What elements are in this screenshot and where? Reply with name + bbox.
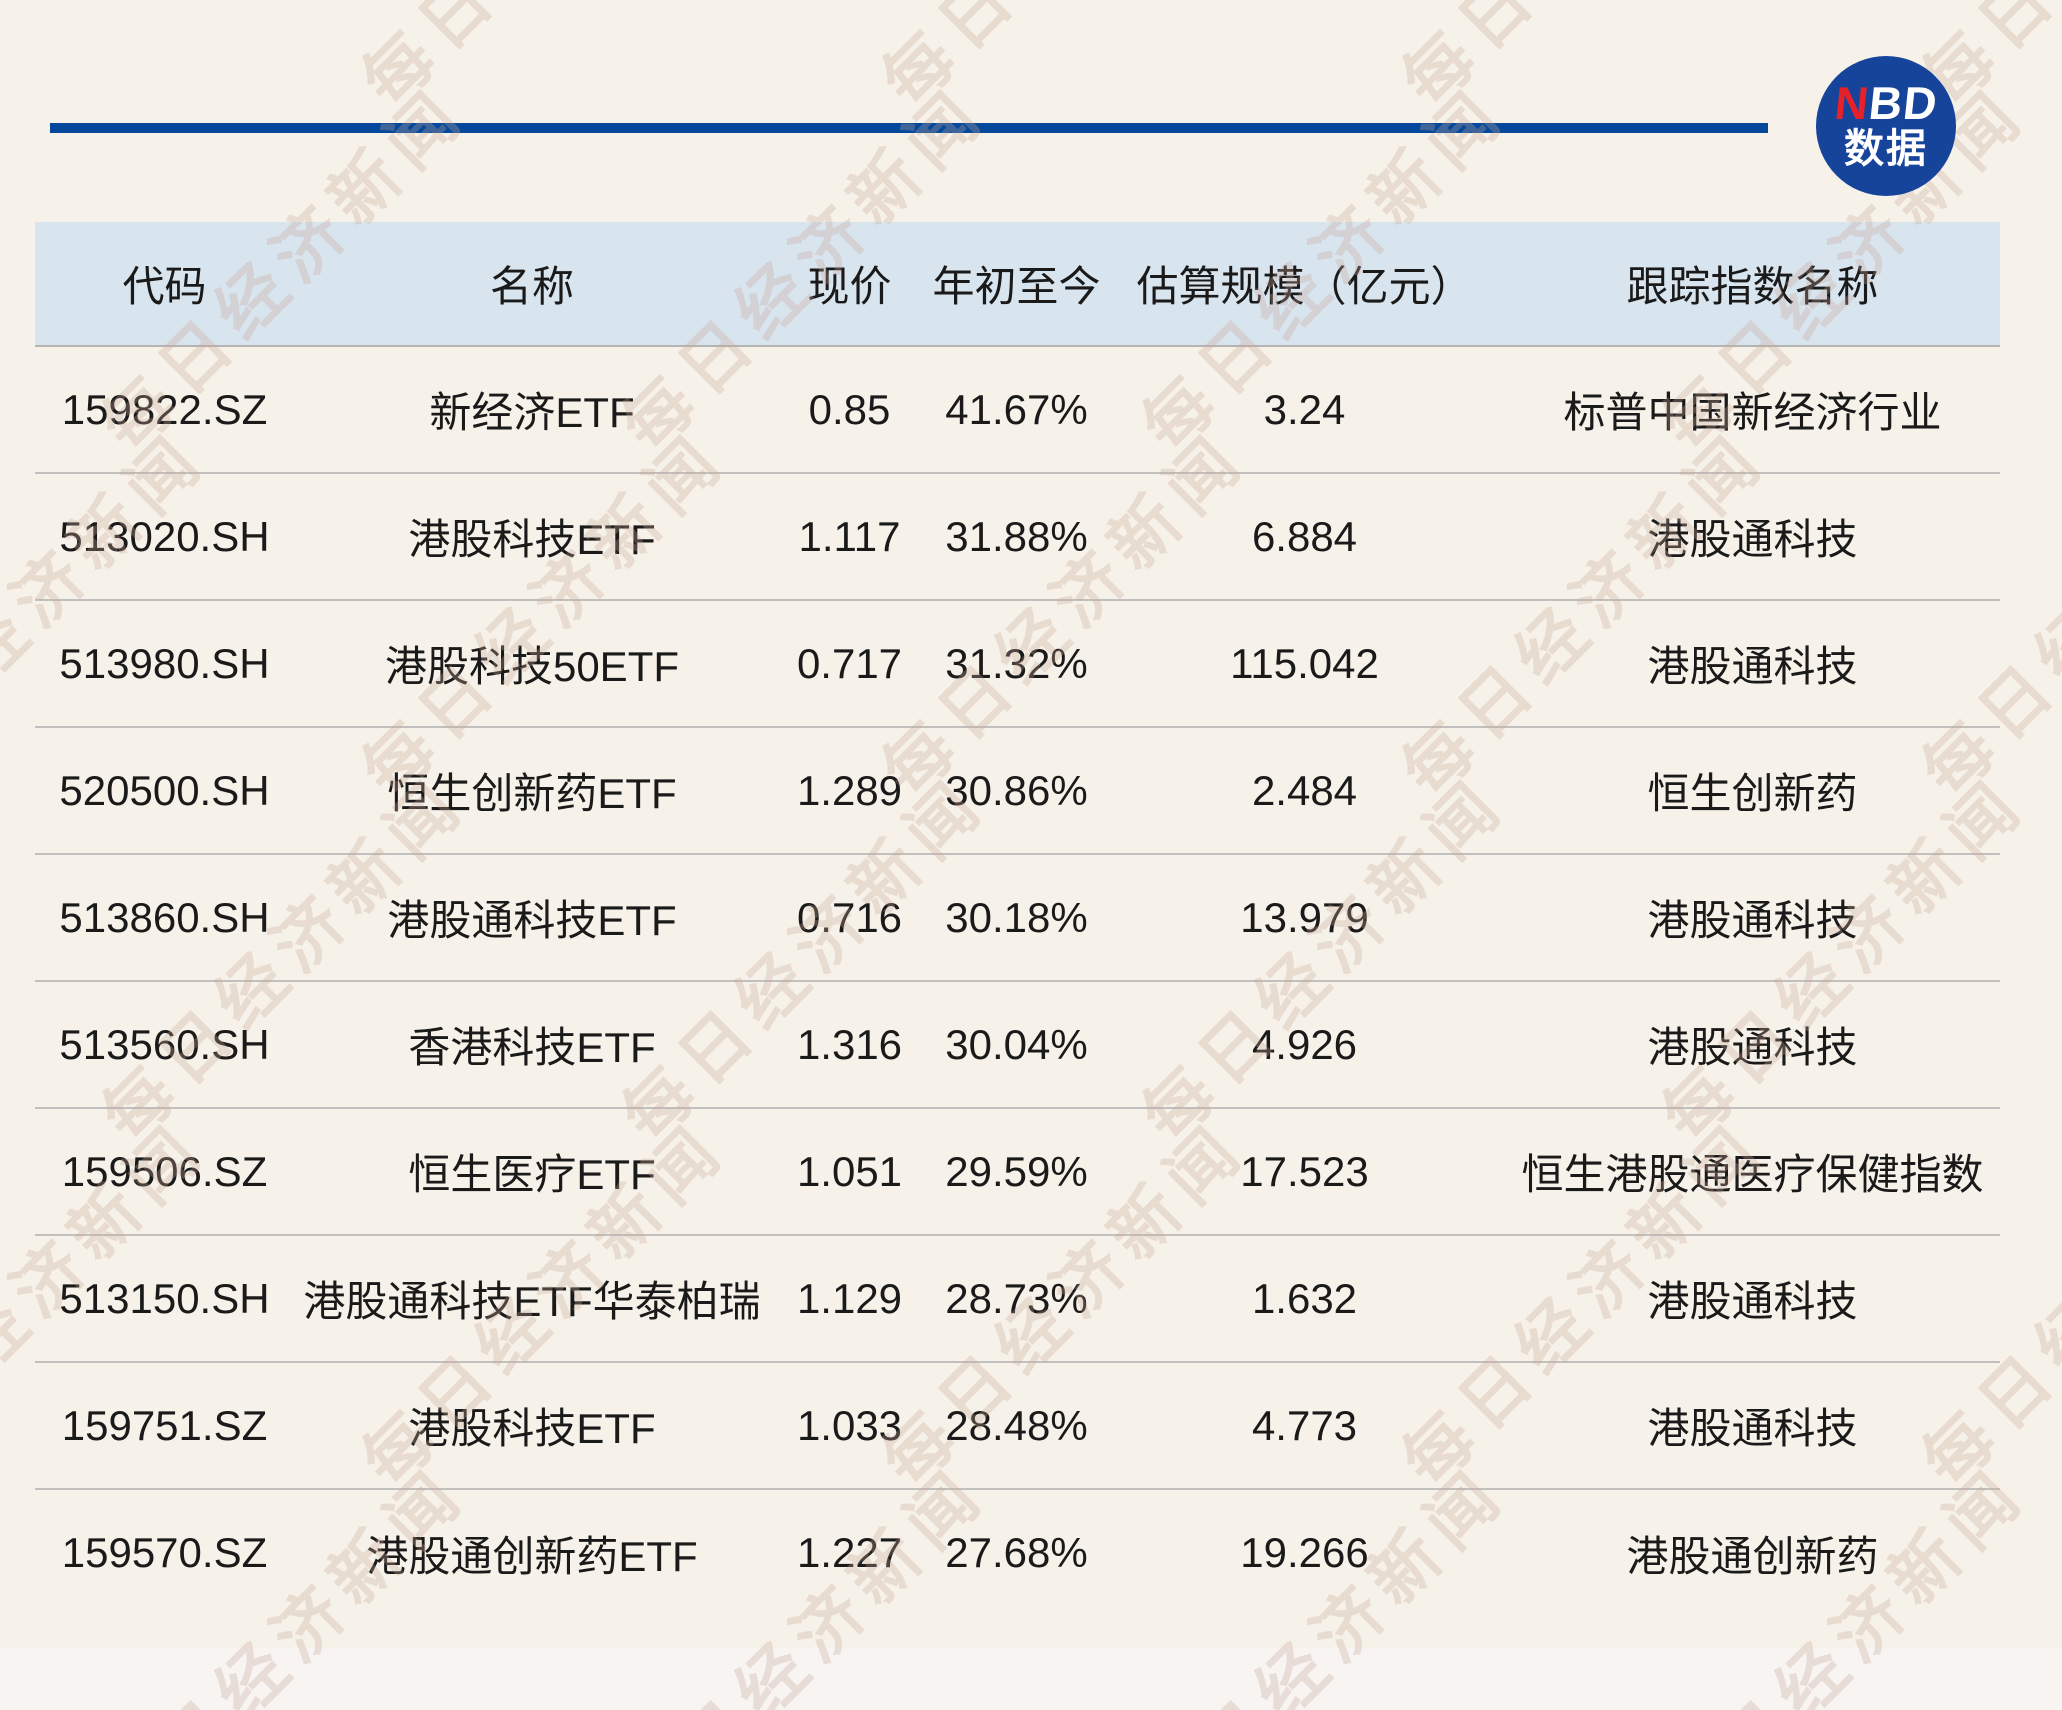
nbd-logo-cn-text: 数据: [1844, 126, 1928, 172]
bottom-strip: [0, 1648, 2062, 1710]
cell-price: 1.117: [770, 473, 929, 600]
cell-name: 恒生创新药ETF: [294, 727, 770, 854]
cell-scale: 3.24: [1104, 346, 1505, 473]
cell-name: 港股科技ETF: [294, 1362, 770, 1489]
cell-price: 1.033: [770, 1362, 929, 1489]
cell-name: 新经济ETF: [294, 346, 770, 473]
watermark-text: 每日经济新闻: [855, 0, 1264, 124]
cell-price: 1.051: [770, 1108, 929, 1235]
table-row: 513980.SH港股科技50ETF0.71731.32%115.042港股通科…: [35, 600, 2000, 727]
nbd-data-logo: NBD 数据: [1816, 56, 1956, 196]
column-header-index: 跟踪指数名称: [1505, 222, 2000, 346]
cell-price: 1.129: [770, 1235, 929, 1362]
etf-table-body: 159822.SZ新经济ETF0.8541.67%3.24标普中国新经济行业51…: [35, 346, 2000, 1616]
cell-code: 159570.SZ: [35, 1489, 294, 1616]
cell-scale: 2.484: [1104, 727, 1505, 854]
cell-code: 159822.SZ: [35, 346, 294, 473]
watermark-text: 每日经济新闻: [0, 0, 225, 124]
nbd-logo-letters-bd: BD: [1866, 77, 1940, 129]
column-header-code: 代码: [35, 222, 294, 346]
header-row: 代码名称现价年初至今估算规模（亿元）跟踪指数名称: [35, 222, 2000, 346]
cell-ytd: 31.32%: [929, 600, 1104, 727]
cell-price: 0.717: [770, 600, 929, 727]
cell-name: 港股通创新药ETF: [294, 1489, 770, 1616]
cell-index: 港股通科技: [1505, 473, 2000, 600]
table-row: 159506.SZ恒生医疗ETF1.05129.59%17.523恒生港股通医疗…: [35, 1108, 2000, 1235]
column-header-price: 现价: [770, 222, 929, 346]
cell-name: 港股科技50ETF: [294, 600, 770, 727]
etf-table: 代码名称现价年初至今估算规模（亿元）跟踪指数名称 159822.SZ新经济ETF…: [35, 222, 2000, 1616]
table-row: 159751.SZ港股科技ETF1.03328.48%4.773港股通科技: [35, 1362, 2000, 1489]
table-row: 513560.SH香港科技ETF1.31630.04%4.926港股通科技: [35, 981, 2000, 1108]
watermark-text: 每日经济新闻: [335, 0, 744, 124]
column-header-name: 名称: [294, 222, 770, 346]
cell-scale: 19.266: [1104, 1489, 1505, 1616]
cell-code: 513150.SH: [35, 1235, 294, 1362]
table-row: 159570.SZ港股通创新药ETF1.22727.68%19.266港股通创新…: [35, 1489, 2000, 1616]
cell-scale: 13.979: [1104, 854, 1505, 981]
cell-code: 520500.SH: [35, 727, 294, 854]
cell-scale: 1.632: [1104, 1235, 1505, 1362]
cell-index: 恒生港股通医疗保健指数: [1505, 1108, 2000, 1235]
cell-ytd: 28.48%: [929, 1362, 1104, 1489]
cell-index: 港股通创新药: [1505, 1489, 2000, 1616]
cell-index: 港股通科技: [1505, 1235, 2000, 1362]
cell-scale: 4.773: [1104, 1362, 1505, 1489]
cell-scale: 4.926: [1104, 981, 1505, 1108]
cell-ytd: 30.18%: [929, 854, 1104, 981]
etf-table-header: 代码名称现价年初至今估算规模（亿元）跟踪指数名称: [35, 222, 2000, 346]
column-header-ytd: 年初至今: [929, 222, 1104, 346]
cell-price: 1.316: [770, 981, 929, 1108]
cell-price: 1.289: [770, 727, 929, 854]
cell-code: 159506.SZ: [35, 1108, 294, 1235]
cell-code: 513020.SH: [35, 473, 294, 600]
cell-price: 0.85: [770, 346, 929, 473]
cell-code: 513980.SH: [35, 600, 294, 727]
cell-index: 港股通科技: [1505, 600, 2000, 727]
table-row: 513150.SH港股通科技ETF华泰柏瑞1.12928.73%1.632港股通…: [35, 1235, 2000, 1362]
cell-name: 港股科技ETF: [294, 473, 770, 600]
cell-scale: 17.523: [1104, 1108, 1505, 1235]
table-row: 513860.SH港股通科技ETF0.71630.18%13.979港股通科技: [35, 854, 2000, 981]
cell-code: 159751.SZ: [35, 1362, 294, 1489]
cell-price: 0.716: [770, 854, 929, 981]
cell-index: 港股通科技: [1505, 981, 2000, 1108]
header-divider-line: [50, 123, 1768, 133]
cell-name: 港股通科技ETF华泰柏瑞: [294, 1235, 770, 1362]
cell-scale: 115.042: [1104, 600, 1505, 727]
cell-index: 恒生创新药: [1505, 727, 2000, 854]
cell-name: 港股通科技ETF: [294, 854, 770, 981]
cell-ytd: 41.67%: [929, 346, 1104, 473]
cell-ytd: 27.68%: [929, 1489, 1104, 1616]
cell-name: 恒生医疗ETF: [294, 1108, 770, 1235]
cell-ytd: 31.88%: [929, 473, 1104, 600]
nbd-logo-text: NBD: [1832, 80, 1940, 126]
table-row: 513020.SH港股科技ETF1.11731.88%6.884港股通科技: [35, 473, 2000, 600]
cell-code: 513560.SH: [35, 981, 294, 1108]
cell-index: 港股通科技: [1505, 1362, 2000, 1489]
table-row: 159822.SZ新经济ETF0.8541.67%3.24标普中国新经济行业: [35, 346, 2000, 473]
cell-index: 港股通科技: [1505, 854, 2000, 981]
cell-ytd: 29.59%: [929, 1108, 1104, 1235]
cell-index: 标普中国新经济行业: [1505, 346, 2000, 473]
cell-ytd: 30.04%: [929, 981, 1104, 1108]
column-header-scale: 估算规模（亿元）: [1104, 222, 1505, 346]
table-row: 520500.SH恒生创新药ETF1.28930.86%2.484恒生创新药: [35, 727, 2000, 854]
cell-ytd: 30.86%: [929, 727, 1104, 854]
cell-name: 香港科技ETF: [294, 981, 770, 1108]
etf-infographic-page: NBD 数据 代码名称现价年初至今估算规模（亿元）跟踪指数名称 159822.S…: [0, 0, 2062, 1710]
cell-price: 1.227: [770, 1489, 929, 1616]
watermark-text: 每日经济新闻: [1375, 0, 1784, 124]
cell-code: 513860.SH: [35, 854, 294, 981]
cell-ytd: 28.73%: [929, 1235, 1104, 1362]
cell-scale: 6.884: [1104, 473, 1505, 600]
nbd-logo-letter-n: N: [1832, 77, 1872, 129]
